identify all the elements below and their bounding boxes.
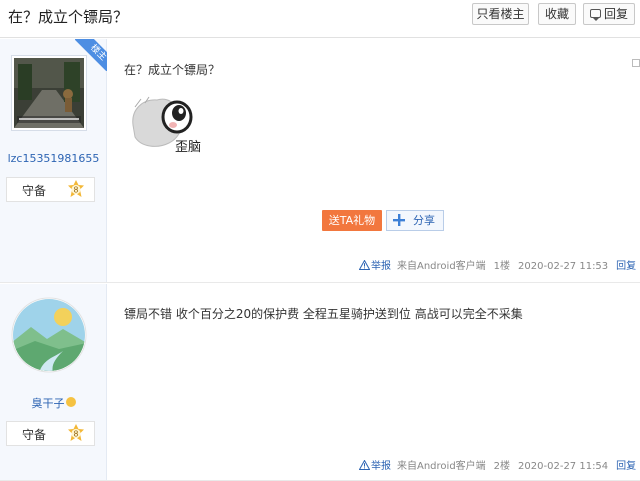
floor-number: 2楼 (493, 461, 511, 472)
avatar[interactable] (11, 297, 87, 373)
warning-icon (359, 260, 370, 270)
level-name: 守备 (22, 184, 47, 198)
level-number: 8 (74, 430, 79, 439)
post-menu-icon[interactable] (632, 59, 640, 67)
client-source[interactable]: 来自Android客户端 (397, 461, 486, 472)
plus-icon (393, 214, 405, 226)
sticker-caption: 歪脑 (175, 140, 201, 155)
comment-icon (589, 9, 601, 21)
smiley-icon (65, 397, 76, 407)
thread-header: 在？成立个镖局？ 只看楼主 收藏 回复 (0, 0, 640, 38)
author-sidebar: 臭干子 守备 8 (0, 284, 107, 480)
username-link[interactable]: lzc15351981655 (0, 152, 107, 165)
share-label: 分享 (413, 214, 435, 227)
level-star-badge-icon: 8 (68, 180, 84, 197)
thread-title: 在？成立个镖局？ (8, 8, 129, 26)
share-button[interactable]: 分享 (386, 210, 444, 231)
username-text: 臭干子 (31, 397, 65, 410)
sticker-image: 歪脑 (132, 96, 201, 155)
post-floor-2: 臭干子 守备 8 镖局不错 收个百分之20的保护费 全程五星骑护送到位 高战可以… (0, 284, 640, 481)
level-star-badge-icon: 8 (68, 424, 84, 441)
client-source[interactable]: 来自Android客户端 (397, 261, 486, 272)
reply-button-label: 回复 (603, 7, 628, 21)
post-meta: 举报 来自Android客户端 1楼 2020-02-27 11:53 回复 (359, 257, 636, 272)
post-text: 镖局不错 收个百分之20的保护费 全程五星骑护送到位 高战可以完全不采集 (124, 307, 523, 321)
author-sidebar: 楼主 lzc15351981655 守备 8 (0, 39, 107, 282)
send-gift-button[interactable]: 送TA礼物 (322, 210, 382, 231)
lz-badge: 楼主 (75, 39, 107, 71)
user-level[interactable]: 守备 8 (6, 421, 95, 446)
user-level[interactable]: 守备 8 (6, 177, 95, 202)
level-name: 守备 (22, 428, 47, 442)
level-number: 8 (74, 186, 79, 195)
post-floor-1: 楼主 lzc15351981655 守备 8 在？成立个镖局？ 歪脑 送TA礼物… (0, 39, 640, 283)
post-meta: 举报 来自Android客户端 2楼 2020-02-27 11:54 回复 (359, 457, 636, 472)
lz-badge-label: 楼主 (75, 39, 107, 71)
favorite-button[interactable]: 收藏 (538, 3, 576, 25)
avatar-photo-street (14, 58, 84, 128)
report-link[interactable]: 举报 (371, 461, 391, 472)
floor-number: 1楼 (493, 261, 511, 272)
post-time: 2020-02-27 11:53 (518, 261, 609, 272)
warning-icon (359, 460, 370, 470)
username-link[interactable]: 臭干子 (0, 395, 107, 411)
post-text: 在？成立个镖局？ (124, 63, 221, 77)
reply-button[interactable]: 回复 (583, 3, 635, 25)
report-link[interactable]: 举报 (371, 261, 391, 272)
reply-link[interactable]: 回复 (616, 261, 636, 272)
reply-link[interactable]: 回复 (616, 461, 636, 472)
post-time: 2020-02-27 11:54 (518, 461, 609, 472)
avatar-landscape-circle (11, 297, 87, 373)
only-lz-button[interactable]: 只看楼主 (472, 3, 529, 25)
